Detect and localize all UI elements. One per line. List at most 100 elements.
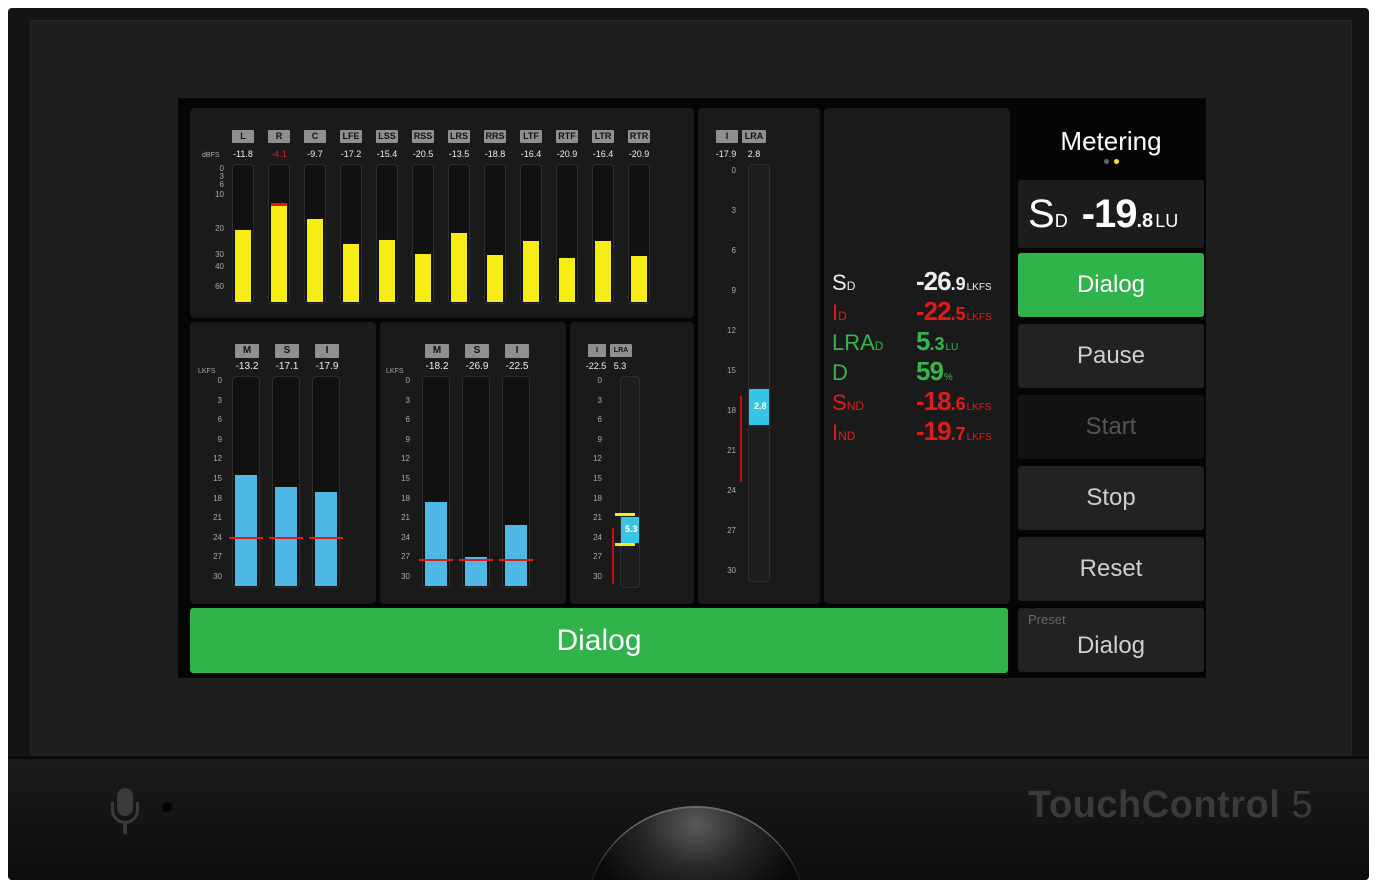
lra-small-scale-tick: 9 [597, 434, 602, 444]
start-button[interactable]: Start [1018, 395, 1204, 459]
channel-value-ltr: -16.4 [592, 149, 614, 159]
lra-big-scale-tick: 9 [731, 286, 736, 295]
stop-button[interactable]: Stop [1018, 466, 1204, 530]
lra-big-lra-value: 2.8 [747, 149, 761, 159]
loud2-label-m: M [425, 344, 449, 358]
readout-decimal: .9 [950, 274, 966, 294]
readout-panel: SD -26.9 LKFS ID -22.5 LKFS LRAD 5.3 LU D 59% SND -1… [824, 108, 1010, 604]
lra-big-scale-tick: 18 [727, 406, 736, 415]
loud1-scale-tick: 3 [217, 395, 222, 405]
lra-big-scale-tick: 24 [727, 486, 736, 495]
channel-meter-rss [412, 164, 434, 304]
readout-label-sub: ND [838, 429, 856, 443]
loud2-target-line [499, 559, 533, 561]
loud2-scale-tick: 9 [405, 434, 410, 444]
loud1-target-line [229, 537, 263, 539]
readout-value: -26 [916, 266, 952, 296]
loud2-meter-m [419, 376, 453, 588]
lra-big-panel: I LRA -17.9 2.8 0 3 6 9 12 15 18 21 24 27 30 2.8 [698, 108, 820, 604]
sd-value: -19 [1081, 192, 1138, 236]
loudness-panel-1: M S I -13.2 -17.1 -17.9 LKFS 0 3 6 9 12 15 18 21 24 2… [190, 322, 376, 604]
surround-scale-tick: 20 [215, 224, 224, 233]
surround-scale-tick: 30 [215, 250, 224, 259]
channel-meter-rtf [556, 164, 578, 304]
page-dot-2[interactable] [1113, 159, 1119, 164]
readout-row: IND -19.7 LKFS [832, 416, 992, 447]
channel-level-r [271, 205, 287, 302]
readout-label: SD [832, 270, 916, 296]
loud1-target-line [269, 537, 303, 539]
channel-label-rtr: RTR [628, 130, 650, 143]
surround-channel-values: -11.8 -4.1 -9.7 -17.2 -15.4 -20.5 -13.5 -18.8 -1… [225, 149, 657, 159]
lra-big-scale-tick: 27 [727, 526, 736, 535]
loud1-meter-m [229, 376, 263, 588]
readout-value: -19 [916, 416, 952, 446]
lra-big-scale-tick: 6 [731, 246, 736, 255]
lra-small-marker: 5.3 [625, 524, 638, 534]
channel-meter-lss [376, 164, 398, 304]
lra-small-chip-i: I [588, 344, 606, 357]
loud1-value-i: -17.9 [315, 361, 339, 372]
loud1-scale-tick: 18 [213, 493, 222, 503]
lra-big-bar: 2.8 [748, 164, 770, 582]
channel-level-lrs [451, 233, 467, 302]
lra-big-scale: 0 3 6 9 12 15 18 21 24 27 30 [716, 166, 736, 576]
channel-value-lss: -15.4 [376, 149, 398, 159]
lra-big-scale-tick: 3 [731, 206, 736, 215]
readout-label-sub: ND [846, 399, 865, 413]
dialog-big-button[interactable]: Dialog [190, 608, 1008, 673]
readout-label: IND [832, 420, 916, 446]
page-dot-1[interactable] [1103, 159, 1109, 164]
lra-small-scale-tick: 21 [593, 513, 602, 523]
readout-row: D 59% [832, 356, 953, 387]
page-dots[interactable] [1018, 159, 1204, 164]
pause-button[interactable]: Pause [1018, 324, 1204, 388]
channel-meter-c [304, 164, 326, 304]
readout-unit: LKFS [966, 402, 992, 413]
loud1-level-m [235, 474, 257, 586]
readout-unit: LU [945, 342, 959, 353]
channel-meter-ltr [592, 164, 614, 304]
surround-scale-tick: 40 [215, 262, 224, 271]
readout-row: SD -26.9 LKFS [832, 266, 992, 297]
lra-small-bar: 5.3 [615, 376, 640, 588]
channel-label-rtf: RTF [556, 130, 578, 143]
readout-unit: LKFS [966, 432, 992, 443]
surround-channel-labels: L R C LFE LSS RSS LRS RRS LTF RTF LTR RTR [232, 130, 664, 143]
channel-meter-rrs [484, 164, 506, 304]
readout-value: -18 [916, 386, 952, 416]
channel-meter-lfe [340, 164, 362, 304]
loudness1-labels: MSI [235, 344, 355, 358]
loud1-scale-tick: 6 [217, 415, 222, 425]
loudness2-scale: 0 3 6 9 12 15 18 21 24 27 30 [392, 376, 410, 588]
channel-label-ltr: LTR [592, 130, 614, 143]
readout-label-sub: D [846, 279, 856, 293]
lra-small-i-value: -22.5 [585, 361, 607, 371]
loudness1-values: -13.2 -17.1 -17.9 [227, 361, 347, 372]
readout-decimal: .3 [929, 334, 945, 354]
brand-logo: TouchControl 5 [1028, 784, 1313, 827]
lra-small-labels: I LRA [588, 344, 636, 357]
channel-label-ltf: LTF [520, 130, 542, 143]
loud1-label-i: I [315, 344, 339, 358]
lra-small-scale-tick: 24 [593, 532, 602, 542]
channel-label-rss: RSS [412, 130, 434, 143]
channel-value-rrs: -18.8 [484, 149, 506, 159]
surround-unit-label: dBFS [202, 152, 220, 159]
loud2-level-s [465, 556, 487, 586]
channel-value-r: -4.1 [271, 149, 287, 159]
lra-big-indicator [740, 396, 742, 482]
dialog-mode-button[interactable]: Dialog [1018, 253, 1204, 317]
lra-small-panel: I LRA -22.5 5.3 0 3 6 9 12 15 18 21 24 27 30 5.3 [570, 322, 694, 604]
sd-readout: S D -19 .8 LU [1018, 180, 1204, 248]
lra-big-scale-tick: 30 [727, 566, 736, 575]
loud1-meter-s [269, 376, 303, 588]
readout-label-sub: D [874, 339, 884, 353]
preset-value: Dialog [1076, 632, 1146, 659]
surround-scale: 0 3 6 10 20 30 40 60 [204, 164, 224, 302]
channel-meter-ltf [520, 164, 542, 304]
lra-big-labels: I LRA [716, 130, 770, 143]
preset-button[interactable]: Preset Dialog [1018, 608, 1204, 672]
sd-unit: LU [1155, 211, 1179, 231]
loud2-scale-tick: 18 [401, 493, 410, 503]
